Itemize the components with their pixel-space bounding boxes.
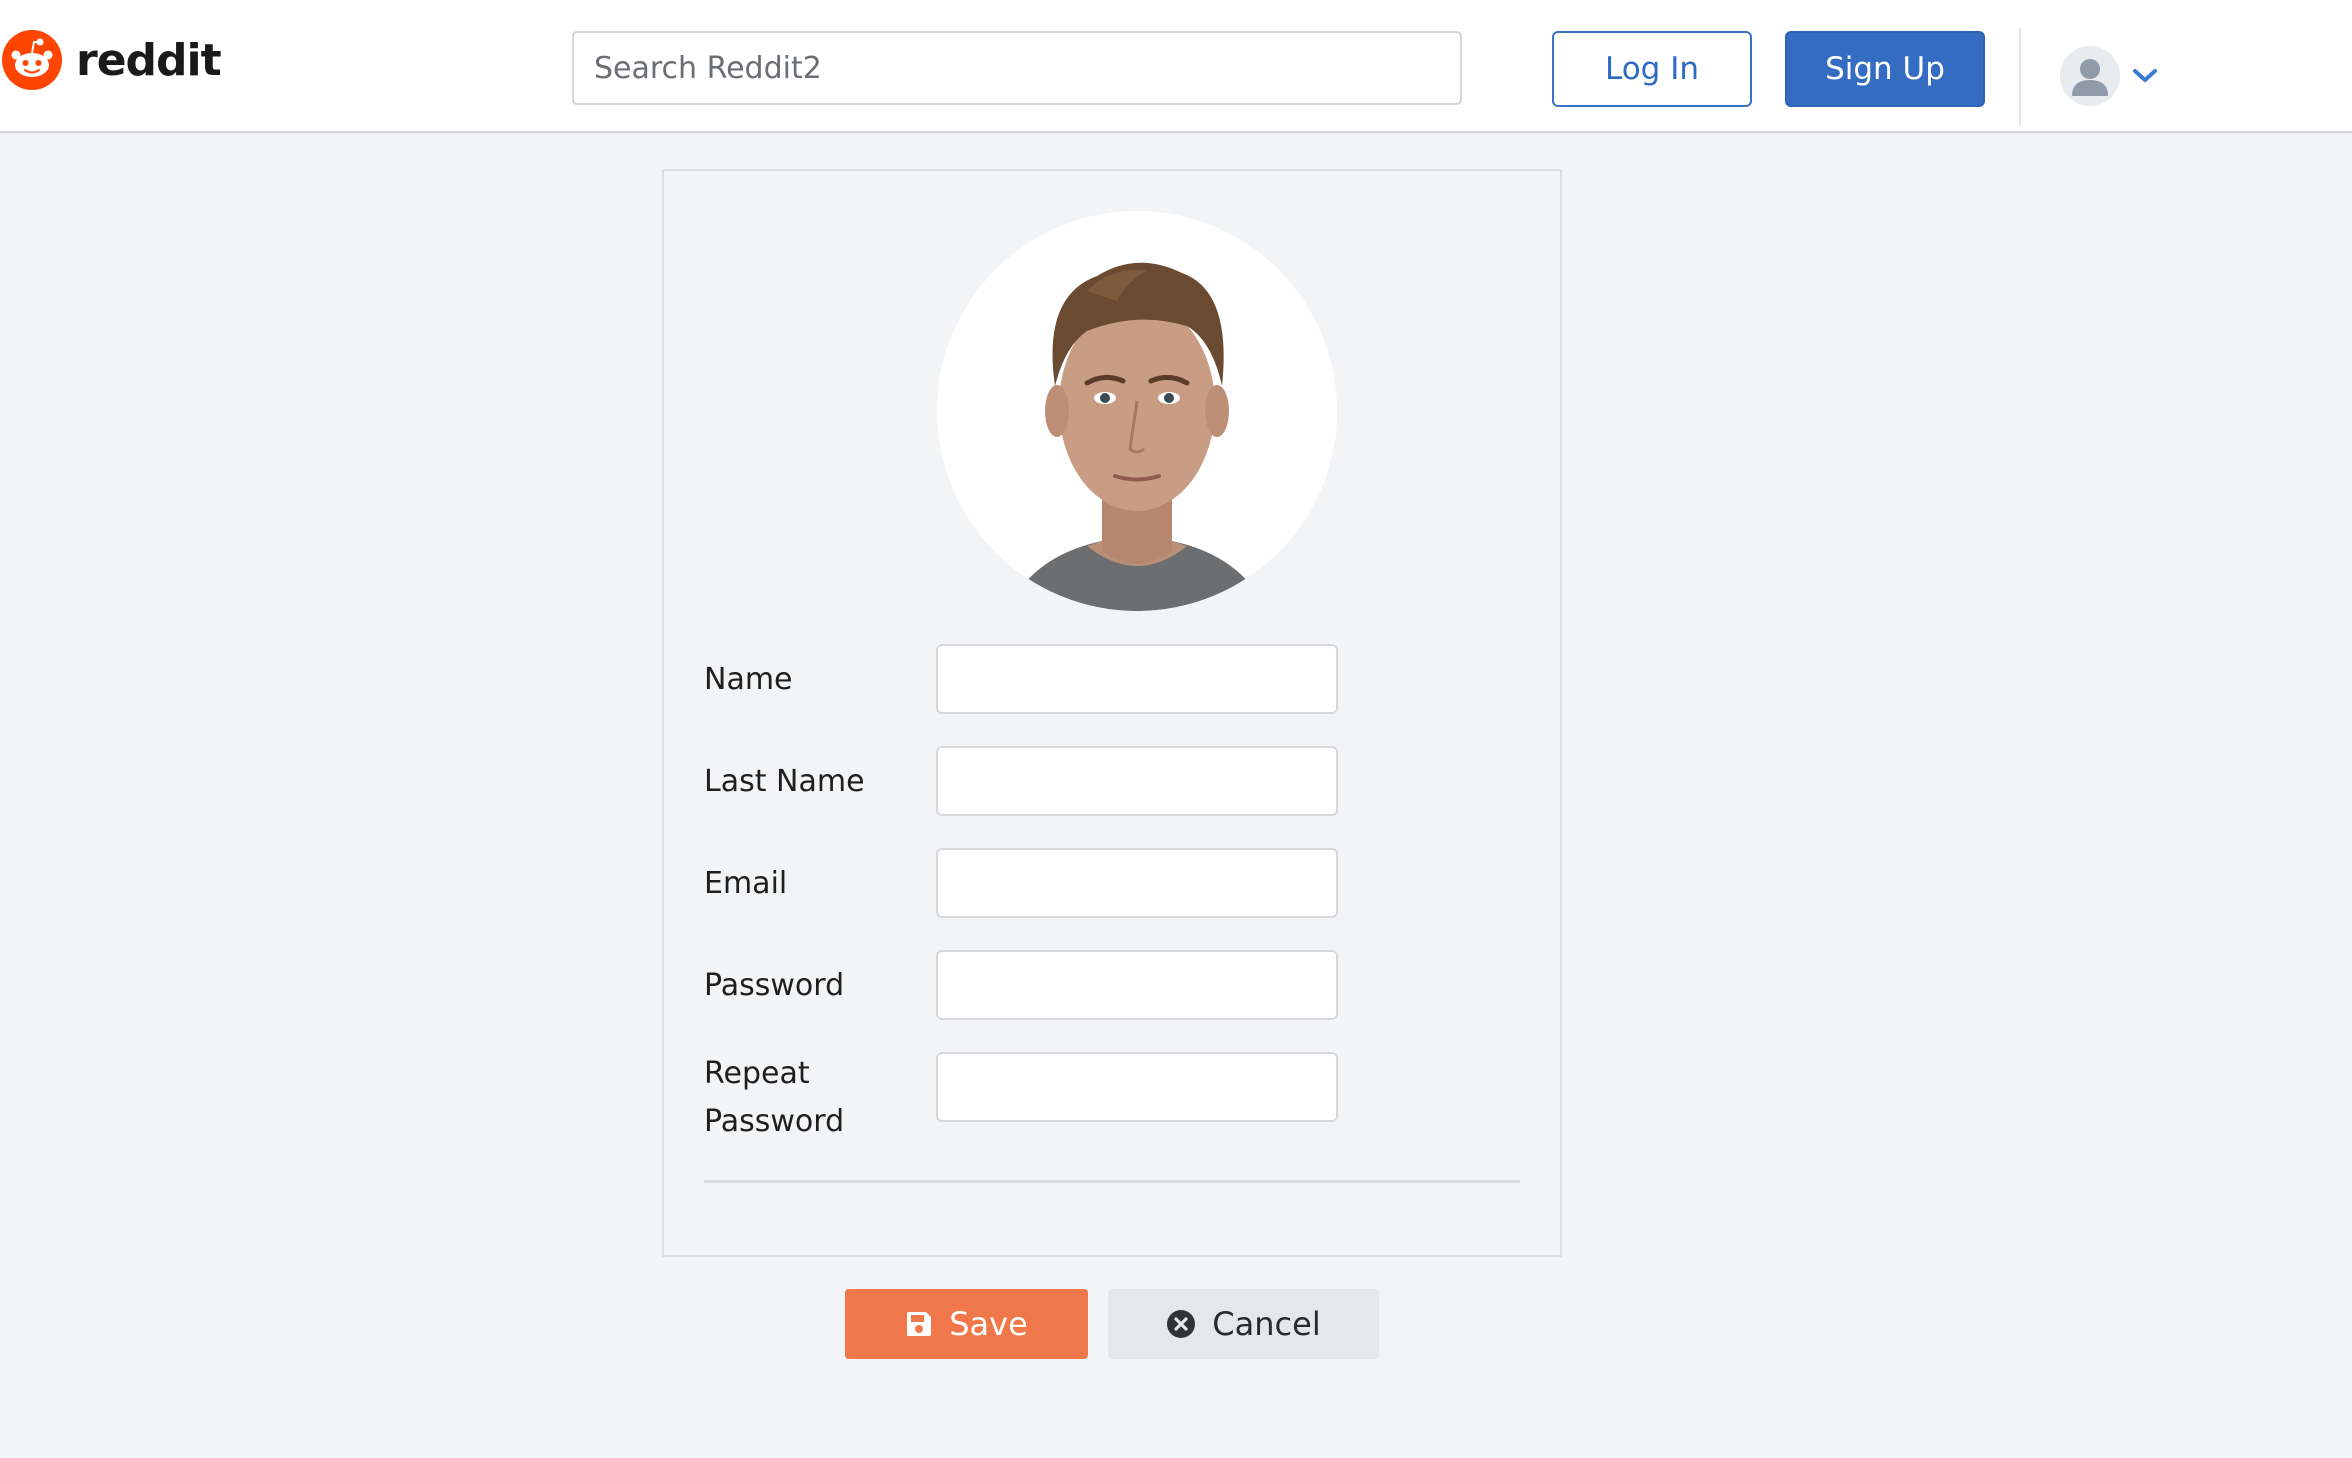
form-row-email: Email [704,848,1344,918]
name-label: Name [704,661,793,697]
form-row-last-name: Last Name [704,746,1344,816]
search-input[interactable] [572,31,1462,105]
profile-form-card: Name Last Name Email Password Repeat Pas… [662,169,1562,1257]
close-circle-icon [1167,1310,1196,1338]
password-field[interactable] [936,950,1338,1020]
reddit-alien-icon [2,30,62,90]
email-label: Email [704,865,788,901]
repeat-password-label: Repeat Password [704,1056,845,1139]
signup-button[interactable]: Sign Up [1785,31,1985,107]
reddit-logo[interactable]: reddit [2,30,222,90]
cancel-label: Cancel [1212,1305,1321,1343]
repeat-password-field[interactable] [936,1052,1338,1122]
reddit-wordmark: reddit [76,34,222,86]
form-row-name: Name [704,644,1344,714]
user-avatar-icon [2060,46,2120,106]
header-divider [2019,28,2021,126]
floppy-disk-icon [907,1312,932,1336]
email-field[interactable] [936,848,1338,918]
login-button[interactable]: Log In [1552,31,1752,107]
last-name-label: Last Name [704,763,865,799]
user-menu-toggle[interactable] [2060,46,2158,106]
name-field[interactable] [936,644,1338,714]
cancel-button[interactable]: Cancel [1108,1289,1379,1359]
top-navbar: reddit Log In Sign Up [0,0,2352,133]
form-row-password: Password [704,950,1344,1020]
form-row-repeat-password: Repeat Password [704,1052,1344,1139]
last-name-field[interactable] [936,746,1338,816]
password-label: Password [704,967,845,1003]
form-divider [704,1180,1520,1183]
save-label: Save [949,1305,1028,1343]
chevron-down-icon [2133,69,2157,82]
save-button[interactable]: Save [845,1289,1088,1359]
profile-photo[interactable] [937,211,1337,611]
